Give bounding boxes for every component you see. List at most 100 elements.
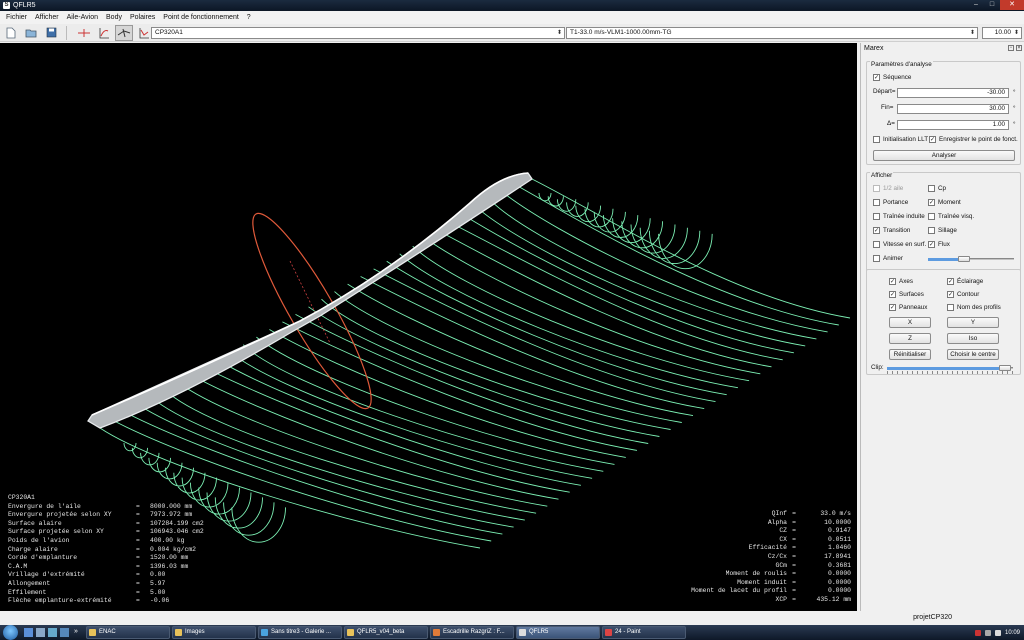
menu-aile-avion[interactable]: Aile-Avion: [63, 14, 102, 21]
checkbox-box: [873, 255, 880, 262]
panel-close-icon[interactable]: ×: [1016, 45, 1022, 51]
combo-arrow-icon: ⬍: [556, 30, 562, 36]
info-value: 1.0460: [827, 544, 851, 552]
unit-label: °: [1013, 89, 1016, 96]
animation-speed-handle[interactable]: [958, 256, 970, 262]
toolbar-separator: [66, 25, 67, 40]
minimize-button[interactable]: –: [968, 0, 984, 10]
panels-checkbox[interactable]: ✓ Panneaux: [889, 304, 927, 311]
info-label: XCP: [775, 595, 787, 603]
iso-view-button[interactable]: Iso: [947, 333, 999, 344]
3d-view-icon[interactable]: [115, 24, 133, 41]
menu-fichier[interactable]: Fichier: [2, 14, 31, 21]
sequence-checkbox[interactable]: ✓ Séquence: [873, 74, 911, 81]
z-view-button[interactable]: Z: [889, 333, 931, 344]
taskbar-task[interactable]: QFLR5_v04_beta: [344, 626, 428, 639]
network-icon[interactable]: [984, 629, 991, 636]
plane-info-row: Surface projetée selon XY = 106943.046 cm2: [8, 528, 204, 537]
volume-icon[interactable]: [994, 629, 1001, 636]
transition-checkbox[interactable]: ✓ Transition: [873, 227, 910, 234]
checkbox-label: Nom des profils: [957, 304, 1001, 311]
taskbar-task[interactable]: QFLR5: [516, 626, 600, 639]
taskbar-task[interactable]: 24 - Paint: [602, 626, 686, 639]
tray-icon[interactable]: [974, 629, 981, 636]
show-desktop-icon[interactable]: [24, 628, 33, 637]
wing-view-icon[interactable]: [75, 25, 93, 41]
info-value: 400.00 kg: [150, 536, 185, 544]
plane-info-row: Envergure projetée selon XY = 7973.972 mm: [8, 511, 204, 520]
polar-view-icon[interactable]: [95, 25, 113, 41]
analyze-button[interactable]: Analyser: [873, 150, 1015, 161]
wing-surface: [87, 172, 533, 429]
menu-point-de-fonctionnement[interactable]: Point de fonctionnement: [159, 14, 243, 21]
clip-slider-handle[interactable]: [999, 365, 1011, 371]
lift-checkbox[interactable]: Portance: [873, 199, 908, 206]
opp-info-row: Alpha = 10.0000: [691, 519, 851, 528]
quick-launch-icon[interactable]: [60, 628, 69, 637]
menu-body[interactable]: Body: [102, 14, 126, 21]
fin-label: Fin=: [881, 104, 894, 111]
axes-checkbox[interactable]: ✓ Axes: [889, 278, 913, 285]
delta-input[interactable]: 1.00: [897, 120, 1009, 130]
streamline: [347, 283, 694, 417]
3d-view[interactable]: CP320A1 Envergure de l'aile = 8000.000 mm E…: [0, 43, 857, 611]
quick-launch-icon[interactable]: [36, 628, 45, 637]
info-label: Vrillage d'extrémité: [8, 571, 85, 579]
moment-checkbox[interactable]: ✓ Moment: [928, 199, 961, 206]
surfaces-checkbox[interactable]: ✓ Surfaces: [889, 291, 924, 298]
induced-drag-checkbox[interactable]: Traînée induite: [873, 213, 925, 220]
store-opp-checkbox[interactable]: ✓ Enregistrer le point de fonct.: [929, 136, 1018, 143]
save-icon[interactable]: [42, 25, 60, 41]
taskbar-task[interactable]: Sans titre3 - Galerie ...: [258, 626, 342, 639]
fin-input[interactable]: 30.00: [897, 104, 1009, 114]
quick-launch-icon[interactable]: [48, 628, 57, 637]
info-label: Moment induit: [737, 578, 787, 586]
cp-checkbox[interactable]: Cp: [928, 185, 946, 192]
y-view-button[interactable]: Y: [947, 317, 999, 328]
half-wing-checkbox[interactable]: 1/2 aile: [873, 185, 903, 192]
info-value: 0.0511: [827, 535, 851, 543]
info-value: 106943.046 cm2: [150, 528, 204, 536]
surface-velocity-checkbox[interactable]: Vitesse en surf.: [873, 241, 926, 248]
checkbox-label: Portance: [883, 199, 909, 206]
menu-afficher[interactable]: Afficher: [31, 14, 63, 21]
delta-label: Δ=: [887, 120, 895, 127]
taskbar-task[interactable]: ENAC: [86, 626, 170, 639]
wake-checkbox[interactable]: Sillage: [928, 227, 957, 234]
polar-selector[interactable]: T1-33.0 m/s-VLM1-1000.00mm-TG ⬍: [566, 27, 978, 39]
flow-checkbox[interactable]: ✓ Flux: [928, 241, 950, 248]
alpha-selector[interactable]: 10.00 ⬍: [982, 27, 1022, 39]
undock-icon[interactable]: ▫: [1008, 45, 1014, 51]
reset-view-button[interactable]: Réinitialiser: [889, 349, 931, 360]
taskbar-overflow-icon[interactable]: »: [74, 628, 78, 635]
menu-help[interactable]: ?: [243, 14, 255, 21]
checkbox-box: ✓: [947, 278, 954, 285]
plane-selector[interactable]: CP320A1 ⬍: [151, 27, 565, 39]
choose-center-button[interactable]: Choisir le centre: [947, 349, 999, 360]
start-button[interactable]: [3, 625, 18, 640]
maximize-button[interactable]: □: [984, 0, 1000, 10]
depart-input[interactable]: -30.00: [897, 88, 1009, 98]
new-file-icon[interactable]: [2, 25, 20, 41]
clock[interactable]: 10:09: [1005, 630, 1020, 636]
menu-polaires[interactable]: Polaires: [126, 14, 159, 21]
init-llt-checkbox[interactable]: Initialisation LLT: [873, 136, 928, 143]
outline-checkbox[interactable]: ✓ Contour: [947, 291, 979, 298]
clip-label: Clip:: [871, 364, 884, 371]
viscous-drag-checkbox[interactable]: Traînée visq.: [928, 213, 974, 220]
info-value: 1520.00 mm: [150, 554, 189, 562]
animate-checkbox[interactable]: Animer: [873, 255, 903, 262]
x-view-button[interactable]: X: [889, 317, 931, 328]
lighting-checkbox[interactable]: ✓ Éclairage: [947, 278, 983, 285]
plane-selector-value: CP320A1: [155, 29, 183, 36]
open-file-icon[interactable]: [22, 25, 40, 41]
close-button[interactable]: ✕: [1000, 0, 1024, 10]
foil-names-checkbox[interactable]: Nom des profils: [947, 304, 1001, 311]
plane-info-row: Corde d'emplanture = 1520.00 mm: [8, 554, 204, 563]
checkbox-label: Panneaux: [899, 304, 928, 311]
streamline: [190, 374, 559, 500]
group-title: Paramètres d'analyse: [870, 61, 933, 68]
taskbar-task[interactable]: Images: [172, 626, 256, 639]
checkbox-box: ✓: [947, 291, 954, 298]
taskbar-task[interactable]: Escadrille RazgriZ : F...: [430, 626, 514, 639]
